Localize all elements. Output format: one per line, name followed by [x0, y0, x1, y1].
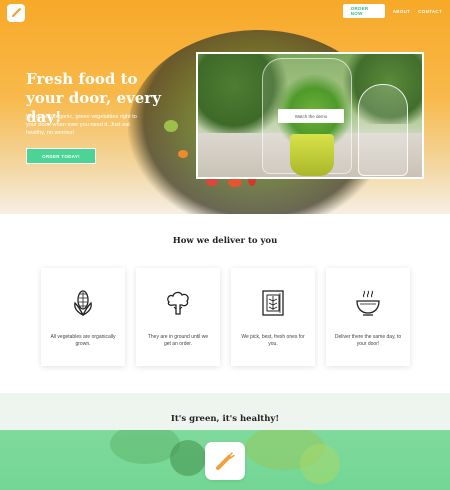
healthy-section-background	[0, 393, 450, 433]
nav-contact[interactable]: CONTACT	[418, 9, 442, 14]
delivery-steps: All vegetables are organically grown. Th…	[41, 268, 411, 366]
pepper-decor	[228, 178, 242, 187]
order-now-button[interactable]: ORDER NOW	[342, 4, 385, 18]
video-plant-pot	[290, 134, 334, 176]
corn-icon	[74, 290, 92, 317]
food-plate-decor	[300, 444, 340, 484]
healthy-title: It's green, it's healthy!	[170, 414, 280, 424]
app-icon-tile[interactable]	[205, 442, 245, 480]
carrot-decor	[178, 150, 188, 158]
step-text: They are in ground until we get an order…	[147, 334, 209, 347]
top-nav: ORDER NOW ABOUT CONTACT	[342, 4, 442, 18]
food-plate-decor	[170, 440, 206, 476]
nav-about[interactable]: ABOUT	[393, 9, 411, 14]
carrot-icon	[216, 452, 235, 470]
carrot-icon	[11, 7, 22, 18]
step-card: All vegetables are organically grown.	[41, 268, 125, 366]
step-card: They are in ground until we get an order…	[136, 268, 220, 366]
step-card: We pick, best, fresh ones for you.	[231, 268, 315, 366]
watch-demo-button[interactable]: Watch the demo	[278, 109, 344, 123]
broccoli-icon	[167, 291, 189, 315]
order-today-button[interactable]: ORDER TODAY!	[26, 148, 96, 164]
steaming-bowl-icon	[356, 290, 380, 316]
demo-video[interactable]: Watch the demo	[196, 52, 424, 179]
video-wine-glass	[358, 84, 408, 176]
tomato-decor	[206, 178, 218, 186]
step-text: Deliver there the same day, to your door…	[334, 334, 402, 347]
step-text: We pick, best, fresh ones for you.	[241, 334, 305, 347]
step-text: All vegetables are organically grown.	[50, 334, 116, 347]
box-icon	[262, 290, 284, 316]
hero-section: ORDER NOW ABOUT CONTACT Fresh food to yo…	[0, 0, 450, 214]
logo[interactable]	[7, 4, 25, 22]
hero-description: We deliver organic, green vegetables rig…	[26, 114, 137, 136]
step-card: Deliver there the same day, to your door…	[326, 268, 410, 366]
delivery-title: How we deliver to you	[172, 236, 278, 246]
